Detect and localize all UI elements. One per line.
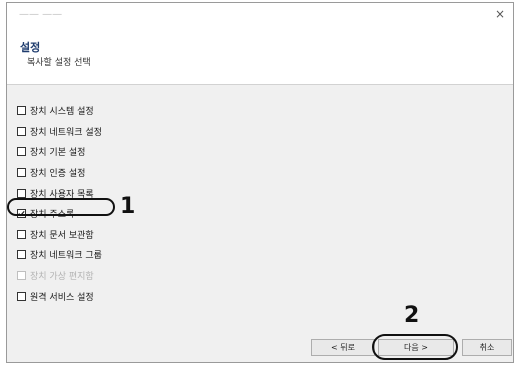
option-device-auth-settings[interactable]: 장치 인증 설정 [17, 165, 85, 179]
callout-highlight-next [372, 334, 458, 360]
option-device-virtual-mailbox: 장치 가상 편지함 [17, 268, 94, 282]
window-title: —— —— [19, 9, 63, 20]
option-label: 장치 네트워크 설정 [30, 127, 102, 138]
checkbox[interactable] [17, 249, 26, 259]
close-icon[interactable]: × [493, 7, 507, 21]
callout-highlight-address-book [7, 198, 115, 216]
checkbox[interactable] [17, 188, 26, 198]
option-device-document-box[interactable]: 장치 문서 보관함 [17, 227, 94, 241]
checkbox[interactable] [17, 146, 26, 156]
option-device-basic-settings[interactable]: 장치 기본 설정 [17, 144, 85, 158]
option-remote-services-settings[interactable]: 원격 서비스 설정 [17, 289, 94, 303]
checkbox-disabled [17, 270, 26, 280]
option-label: 장치 시스템 설정 [30, 106, 94, 117]
cancel-button[interactable]: 취소 [462, 339, 512, 356]
option-device-network-groups[interactable]: 장치 네트워크 그룹 [17, 247, 102, 261]
title-bar: —— —— × [7, 3, 513, 29]
page-title: 설정 [20, 41, 41, 54]
checkbox[interactable] [17, 291, 26, 301]
page-subtitle: 복사할 설정 선택 [27, 58, 91, 68]
option-device-network-settings[interactable]: 장치 네트워크 설정 [17, 124, 102, 138]
callout-step-1: 1 [120, 194, 136, 219]
checkbox[interactable] [17, 126, 26, 136]
checkbox[interactable] [17, 229, 26, 239]
option-label: 장치 네트워크 그룹 [30, 250, 102, 261]
option-label: 원격 서비스 설정 [30, 292, 94, 303]
back-button[interactable]: < 뒤로 [311, 339, 375, 356]
option-label: 장치 인증 설정 [30, 168, 86, 179]
option-label: 장치 가상 편지함 [30, 271, 94, 282]
page-header: 설정 복사할 설정 선택 [7, 29, 513, 84]
option-device-system-settings[interactable]: 장치 시스템 설정 [17, 103, 94, 117]
checkbox[interactable] [17, 167, 26, 177]
dialog-window: —— —— × 설정 복사할 설정 선택 장치 시스템 설정 장치 네트워크 설… [6, 2, 514, 363]
checkbox[interactable] [17, 105, 26, 115]
callout-step-2: 2 [404, 303, 420, 328]
option-label: 장치 문서 보관함 [30, 230, 94, 241]
option-label: 장치 기본 설정 [30, 147, 86, 158]
